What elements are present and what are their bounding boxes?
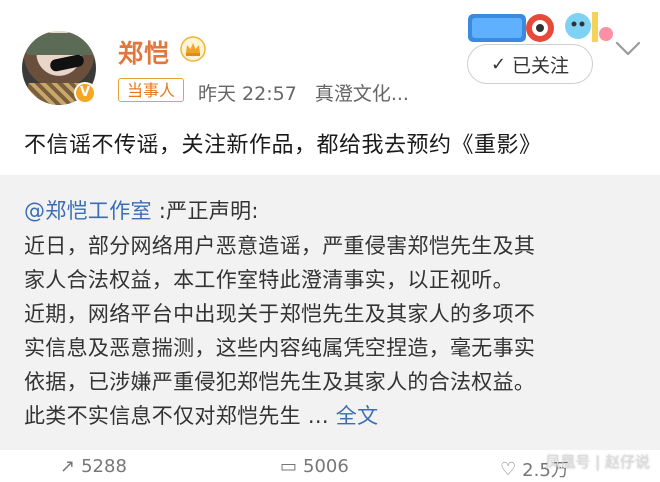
repost-line: 家人合法权益，本工作室特此澄清事实，以正视听。 (24, 268, 514, 292)
post-text: 不信谣不传谣，关注新作品，都给我去预约《重影》 (24, 133, 542, 158)
post-header: V 郑恺 当事人 昨天 22:57 真澄文化... ✓ 已关注 (0, 0, 660, 115)
status-badge: 当事人 (118, 78, 185, 102)
repost-line: 依据，已涉嫌严重侵犯郑恺先生及其家人的合法权益。 (24, 370, 536, 394)
mention-link[interactable]: @郑恺工作室 (24, 199, 152, 223)
follow-button[interactable]: ✓ 已关注 (467, 44, 593, 84)
comment-count: 5006 (303, 456, 349, 477)
post-meta: 昨天 22:57 真澄文化... (198, 79, 409, 106)
full-text-link[interactable]: 全文 (336, 404, 379, 428)
avatar-hat (26, 33, 96, 55)
repost-last-line: 此类不实信息不仅对郑恺先生 ... 全文 (24, 400, 378, 430)
post-source[interactable]: 真澄文化... (315, 83, 409, 105)
repost-line: 近日，部分网络用户恶意造谣，严重侵害郑恺先生及其 (24, 234, 536, 258)
chevron-down-icon[interactable] (614, 38, 642, 60)
comment-action[interactable]: ▭ 5006 (280, 456, 349, 477)
watermark: 凤凰号 | 赵仔说 (545, 453, 650, 471)
repost-title-suffix: :严正声明: (158, 199, 259, 223)
repost-count: 5288 (81, 456, 127, 477)
repost-line: 近期，网络平台中出现关于郑恺先生及其家人的多项不 (24, 302, 536, 326)
follow-button-label: 已关注 (512, 54, 570, 77)
username[interactable]: 郑恺 (118, 34, 170, 70)
verified-icon: V (74, 82, 96, 104)
repost-icon: ↗ (60, 456, 76, 477)
repost-action[interactable]: ↗ 5288 (60, 456, 127, 477)
repost-title: @郑恺工作室 :严正声明: (24, 195, 259, 225)
check-icon: ✓ (490, 53, 507, 75)
post-time: 昨天 22:57 (198, 83, 297, 105)
repost-card[interactable]: @郑恺工作室 :严正声明: 近日，部分网络用户恶意造谣，严重侵害郑恺先生及其 家… (0, 175, 660, 450)
like-icon: ♡ (500, 458, 517, 480)
comment-icon: ▭ (280, 456, 298, 477)
repost-line: 此类不实信息不仅对郑恺先生 ... (24, 404, 329, 428)
avatar-glasses (49, 53, 85, 73)
repost-line: 实信息及恶意揣测，这些内容纯属凭空捏造，毫无事实 (24, 336, 536, 360)
national-day-decoration-icon (468, 12, 613, 42)
crown-icon (180, 36, 206, 62)
